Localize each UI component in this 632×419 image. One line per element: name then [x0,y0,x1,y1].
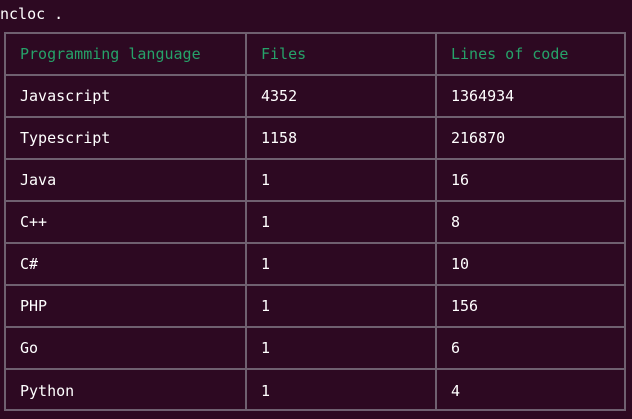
table-header-row: Programming language Files Lines of code [6,34,624,76]
cell-lines: 156 [435,284,624,328]
cell-lines: 6 [435,326,624,370]
command-line: ncloc . [0,5,64,23]
table-row: Javascript 4352 1364934 [6,75,624,118]
header-language: Programming language [6,34,247,76]
cell-language: Typescript [6,116,247,160]
cell-files: 1 [245,200,437,244]
table-row: Java 1 16 [6,158,624,202]
cell-language: PHP [6,284,247,328]
cell-lines: 216870 [435,116,624,160]
cell-lines: 1364934 [435,75,624,118]
header-lines-of-code: Lines of code [435,34,624,76]
table-row: Typescript 1158 216870 [6,116,624,160]
table-row: C++ 1 8 [6,200,624,244]
cell-language: Go [6,326,247,370]
cell-files: 1 [245,368,437,411]
results-table: Programming language Files Lines of code… [4,32,626,411]
cell-lines: 10 [435,242,624,286]
cell-lines: 4 [435,368,624,411]
cell-files: 1 [245,326,437,370]
cell-lines: 8 [435,200,624,244]
cell-language: C++ [6,200,247,244]
table-row: Go 1 6 [6,326,624,370]
cell-files: 1 [245,284,437,328]
header-files: Files [245,34,437,76]
cell-files: 1 [245,242,437,286]
table-row: C# 1 10 [6,242,624,286]
cell-language: Python [6,368,247,411]
language-stats-table: Programming language Files Lines of code… [6,34,624,411]
table-row: PHP 1 156 [6,284,624,328]
cell-files: 1 [245,158,437,202]
cell-lines: 16 [435,158,624,202]
cell-language: Java [6,158,247,202]
cell-language: Javascript [6,75,247,118]
table-row: Python 1 4 [6,368,624,411]
cell-files: 1158 [245,116,437,160]
cell-files: 4352 [245,75,437,118]
cell-language: C# [6,242,247,286]
